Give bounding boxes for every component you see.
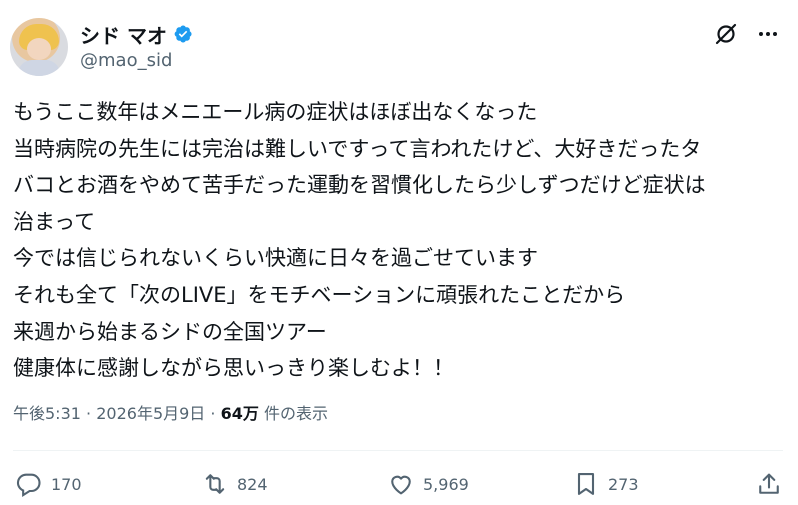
like-button[interactable]: 5,969 xyxy=(387,466,469,502)
tweet-line: 当時病院の先生には完治は難しいですって言われたけど、大好きだったタ xyxy=(13,136,702,161)
grok-icon xyxy=(715,23,737,45)
handle[interactable]: @mao_sid xyxy=(80,50,172,71)
tweet-line: 治まって xyxy=(13,209,96,234)
name-row: シド マオ xyxy=(80,20,193,48)
reply-icon xyxy=(16,473,41,497)
tweet-date[interactable]: 2026年5月9日 xyxy=(96,404,205,423)
more-dots-icon xyxy=(759,32,777,36)
divider xyxy=(13,450,783,451)
share-icon xyxy=(759,473,779,494)
meta-separator: · xyxy=(86,404,92,423)
top-actions xyxy=(712,20,782,48)
action-bar: 170 824 5,969 273 xyxy=(13,466,783,502)
reply-count: 170 xyxy=(51,474,82,494)
heart-icon xyxy=(391,475,411,495)
retweet-icon xyxy=(205,474,225,494)
tweet-time[interactable]: 午後5:31 xyxy=(13,404,81,423)
tweet-line: 今では信じられないくらい快適に日々を過ごせています xyxy=(13,246,538,271)
like-count: 5,969 xyxy=(423,474,469,494)
tweet-header: シド マオ @mao_sid xyxy=(10,18,790,78)
share-button[interactable] xyxy=(755,466,783,502)
bookmark-icon xyxy=(577,473,595,495)
tweet-text: もうここ数年はメニエール病の症状はほぼ出なくなった 当時病院の先生には完治は難し… xyxy=(13,94,793,387)
bookmark-button[interactable]: 273 xyxy=(572,466,639,502)
tweet-line: 健康体に感謝しながら思いっきり楽しむよ！！ xyxy=(13,356,454,381)
reply-button[interactable]: 170 xyxy=(15,466,82,502)
more-button[interactable] xyxy=(754,20,782,48)
bookmark-count: 273 xyxy=(608,474,639,494)
verified-badge-icon xyxy=(174,25,192,43)
views-label: 件の表示 xyxy=(263,404,328,423)
display-name[interactable]: シド マオ xyxy=(80,20,167,49)
tweet-line: もうここ数年はメニエール病の症状はほぼ出なくなった xyxy=(13,100,538,124)
tweet-meta: 午後5:31 · 2026年5月9日 · 64万 件の表示 xyxy=(13,400,328,424)
tweet-line: バコとお酒をやめて苦手だった運動を習慣化したら少しずつだけど症状は xyxy=(13,173,706,198)
meta-separator: · xyxy=(210,404,216,423)
tweet-line: 来週から始まるシドの全国ツアー xyxy=(13,319,327,344)
tweet-line: それも全て「次のLIVE」をモチベーションに頑張れたことだから xyxy=(13,282,626,307)
avatar[interactable] xyxy=(10,18,68,76)
retweet-count: 824 xyxy=(237,474,268,494)
views-count[interactable]: 64万 xyxy=(221,404,259,423)
grok-button[interactable] xyxy=(712,20,740,48)
retweet-button[interactable]: 824 xyxy=(201,466,268,502)
